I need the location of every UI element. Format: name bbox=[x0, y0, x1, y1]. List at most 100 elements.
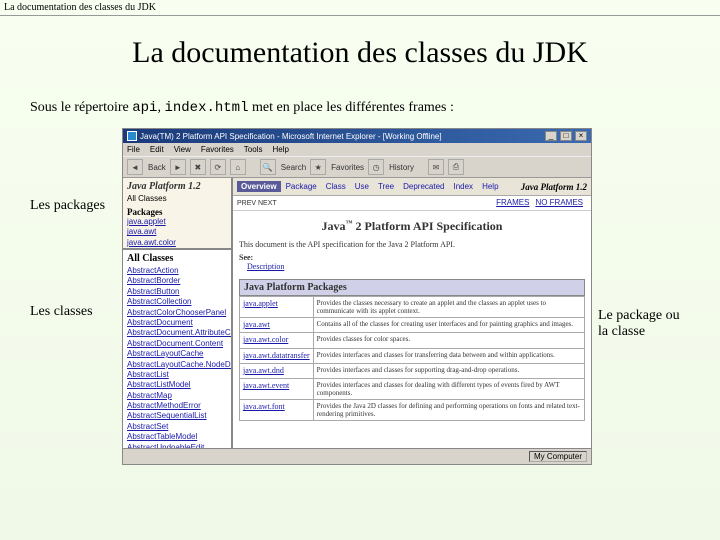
refresh-button[interactable]: ⟳ bbox=[210, 159, 226, 175]
home-button[interactable]: ⌂ bbox=[230, 159, 246, 175]
javadoc-navbar: Overview Package Class Use Tree Deprecat… bbox=[233, 178, 591, 196]
see-label: See: bbox=[239, 253, 253, 262]
menu-tools[interactable]: Tools bbox=[244, 145, 263, 154]
nav-index[interactable]: Index bbox=[449, 181, 477, 192]
noframes-link[interactable]: NO FRAMES bbox=[535, 198, 583, 207]
pkg-link[interactable]: java.awt bbox=[127, 227, 227, 237]
search-label: Search bbox=[281, 163, 306, 172]
nav-tree[interactable]: Tree bbox=[374, 181, 398, 192]
api-desc: This document is the API specification f… bbox=[239, 240, 585, 249]
slide-header: La documentation des classes du JDK bbox=[0, 0, 720, 16]
class-link[interactable]: AbstractTableModel bbox=[127, 432, 227, 442]
class-link[interactable]: AbstractColorChooserPanel bbox=[127, 308, 227, 318]
table-row: java.applet Provides the classes necessar… bbox=[240, 296, 585, 317]
back-button[interactable]: ◄ bbox=[127, 159, 143, 175]
statusbar: My Computer bbox=[123, 448, 591, 464]
class-link[interactable]: AbstractListModel bbox=[127, 380, 227, 390]
classes-frame: All Classes AbstractActionAbstractBorder… bbox=[123, 250, 231, 448]
class-link[interactable]: AbstractButton bbox=[127, 287, 227, 297]
class-link[interactable]: AbstractSet bbox=[127, 422, 227, 432]
window-title: Java(TM) 2 Platform API Specification - … bbox=[140, 132, 442, 141]
pkg-row-desc: Provides classes for color spaces. bbox=[313, 333, 584, 348]
frames-link[interactable]: FRAMES bbox=[496, 198, 529, 207]
table-row: java.awt.dndProvides interfaces and clas… bbox=[240, 363, 585, 378]
close-button[interactable]: × bbox=[575, 131, 587, 141]
forward-button[interactable]: ► bbox=[170, 159, 186, 175]
prev-next: PREV NEXT bbox=[237, 200, 277, 207]
menu-edit[interactable]: Edit bbox=[150, 145, 164, 154]
packages-frame: Java Platform 1.2 All Classes Packages j… bbox=[123, 178, 231, 250]
pkgframe-all[interactable]: All Classes bbox=[127, 194, 227, 203]
api-title-pre: Java bbox=[322, 219, 346, 233]
pkgframe-heading: Packages bbox=[127, 207, 227, 217]
api-title-post: 2 Platform API Specification bbox=[353, 219, 503, 233]
history-button[interactable]: ◷ bbox=[368, 159, 384, 175]
table-row: java.awt.datatransferProvides interfaces… bbox=[240, 348, 585, 363]
nav-class[interactable]: Class bbox=[322, 181, 350, 192]
left-labels: Les packages Les classes bbox=[30, 128, 116, 320]
pkg-row-link[interactable]: java.awt.font bbox=[243, 402, 285, 411]
class-link[interactable]: AbstractDocument.Content bbox=[127, 339, 227, 349]
label-packages: Les packages bbox=[30, 198, 116, 214]
minimize-button[interactable]: _ bbox=[545, 131, 557, 141]
clsframe-heading: All Classes bbox=[127, 253, 227, 264]
pkg-row-desc: Provides the classes necessary to create… bbox=[313, 296, 584, 317]
back-label: Back bbox=[148, 163, 166, 172]
browser-window: Java(TM) 2 Platform API Specification - … bbox=[122, 128, 592, 465]
pkg-row-link[interactable]: java.awt.color bbox=[243, 335, 288, 344]
menu-file[interactable]: File bbox=[127, 145, 140, 154]
stop-button[interactable]: ✖ bbox=[190, 159, 206, 175]
frames: Java Platform 1.2 All Classes Packages j… bbox=[123, 178, 591, 448]
label-right: Le package ou la classe bbox=[598, 128, 688, 340]
class-link[interactable]: AbstractDocument bbox=[127, 318, 227, 328]
search-button[interactable]: 🔍 bbox=[260, 159, 276, 175]
pkg-row-link[interactable]: java.awt.datatransfer bbox=[243, 351, 310, 360]
pkg-row-link[interactable]: java.awt bbox=[243, 320, 270, 329]
print-button[interactable]: ⎙ bbox=[448, 159, 464, 175]
menu-help[interactable]: Help bbox=[272, 145, 288, 154]
class-link[interactable]: AbstractDocument.AttributeContext bbox=[127, 328, 227, 338]
pkg-row-link[interactable]: java.awt.event bbox=[243, 381, 289, 390]
nav-help[interactable]: Help bbox=[478, 181, 502, 192]
slide-title: La documentation des classes du JDK bbox=[0, 36, 720, 70]
intro-code2: index.html bbox=[164, 100, 248, 116]
menu-view[interactable]: View bbox=[174, 145, 191, 154]
class-link[interactable]: AbstractMap bbox=[127, 391, 227, 401]
ie-icon bbox=[127, 131, 137, 141]
class-link[interactable]: AbstractBorder bbox=[127, 276, 227, 286]
history-label: History bbox=[389, 163, 414, 172]
description-link[interactable]: Description bbox=[247, 262, 284, 271]
class-link[interactable]: AbstractUndoableEdit bbox=[127, 443, 227, 448]
status-zone: My Computer bbox=[529, 451, 587, 462]
pkg-row-desc: Provides the Java 2D classes for definin… bbox=[313, 400, 584, 421]
pkg-link[interactable]: java.applet bbox=[127, 217, 227, 227]
nav-overview[interactable]: Overview bbox=[237, 181, 281, 192]
pkgframe-title: Java Platform 1.2 bbox=[127, 181, 227, 192]
pkg-row-desc: Provides interfaces and classes for tran… bbox=[313, 348, 584, 363]
menu-favorites[interactable]: Favorites bbox=[201, 145, 234, 154]
javadoc-subnav: PREV NEXT FRAMES NO FRAMES bbox=[233, 196, 591, 211]
favorites-button[interactable]: ★ bbox=[310, 159, 326, 175]
nav-deprecated[interactable]: Deprecated bbox=[399, 181, 448, 192]
mail-button[interactable]: ✉ bbox=[428, 159, 444, 175]
table-row: java.awtContains all of the classes for … bbox=[240, 317, 585, 332]
class-link[interactable]: AbstractAction bbox=[127, 266, 227, 276]
nav-use[interactable]: Use bbox=[351, 181, 373, 192]
nav-package[interactable]: Package bbox=[282, 181, 321, 192]
main-frame: Overview Package Class Use Tree Deprecat… bbox=[233, 178, 591, 448]
pkg-link[interactable]: java.awt.color bbox=[127, 238, 227, 248]
pkg-table: java.applet Provides the classes necessar… bbox=[239, 296, 585, 422]
pkg-row-link[interactable]: java.applet bbox=[243, 299, 278, 308]
class-link[interactable]: AbstractSequentialList bbox=[127, 411, 227, 421]
class-link[interactable]: AbstractCollection bbox=[127, 297, 227, 307]
table-row: java.awt.eventProvides interfaces and cl… bbox=[240, 379, 585, 400]
maximize-button[interactable]: □ bbox=[560, 131, 572, 141]
class-link[interactable]: AbstractLayoutCache bbox=[127, 349, 227, 359]
pkg-row-link[interactable]: java.awt.dnd bbox=[243, 366, 284, 375]
class-link[interactable]: AbstractList bbox=[127, 370, 227, 380]
class-link[interactable]: AbstractLayoutCache.NodeDimensions bbox=[127, 360, 227, 370]
titlebar: Java(TM) 2 Platform API Specification - … bbox=[123, 129, 591, 143]
javadoc-brand: Java Platform 1.2 bbox=[521, 182, 587, 192]
class-link[interactable]: AbstractMethodError bbox=[127, 401, 227, 411]
table-row: java.awt.font Provides the Java 2D classe… bbox=[240, 400, 585, 421]
